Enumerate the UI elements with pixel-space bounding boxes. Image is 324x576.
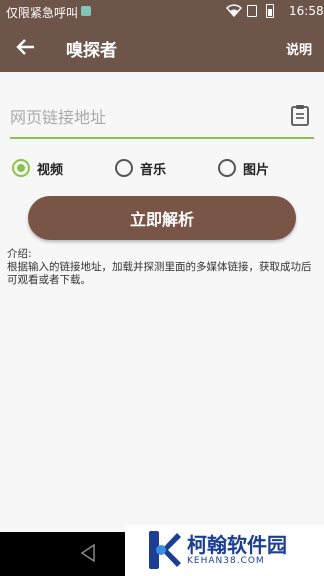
radio-video[interactable]: 视频 (12, 157, 63, 179)
page-title: 嗅探者 (66, 41, 117, 61)
radio-music[interactable]: 音乐 (115, 157, 166, 179)
nav-back-icon[interactable] (80, 544, 96, 562)
url-field (10, 96, 314, 139)
sim-card-icon (247, 5, 257, 17)
back-arrow-icon[interactable] (14, 35, 38, 59)
media-type-group: 视频 音乐 图片 (0, 155, 324, 181)
notification-icon (81, 6, 91, 16)
intro-heading: 介绍: (7, 248, 32, 260)
wifi-icon (226, 4, 242, 17)
radio-unchecked-icon (218, 159, 236, 177)
watermark-url: KEHAN38.COM (187, 556, 265, 566)
intro-body: 根据输入的链接地址，加载并探测里面的多媒体链接，获取成功后可观看或者下载。 (7, 261, 312, 286)
radio-label: 视频 (37, 162, 64, 178)
app-bar: 嗅探者 说明 (0, 23, 324, 72)
clipboard-icon[interactable] (290, 104, 310, 126)
watermark-name: 柯翰软件园 (187, 533, 287, 557)
url-input[interactable] (10, 104, 280, 130)
radio-unchecked-icon (115, 159, 133, 177)
radio-checked-icon (12, 159, 30, 177)
status-bar: 仅限紧急呼叫 16:58 (0, 0, 324, 23)
clock: 16:58 (289, 4, 324, 18)
carrier-text: 仅限紧急呼叫 (6, 6, 79, 20)
watermark-logo-icon (149, 531, 181, 569)
radio-image[interactable]: 图片 (218, 157, 269, 179)
radio-label: 图片 (243, 162, 270, 178)
radio-label: 音乐 (140, 162, 167, 178)
parse-button[interactable]: 立即解析 (28, 196, 296, 240)
battery-icon (266, 4, 274, 18)
watermark: 柯翰软件园 KEHAN38.COM (125, 525, 324, 576)
help-button[interactable]: 说明 (286, 39, 312, 58)
intro-section: 介绍: 根据输入的链接地址，加载并探测里面的多媒体链接，获取成功后可观看或者下载… (7, 248, 319, 287)
